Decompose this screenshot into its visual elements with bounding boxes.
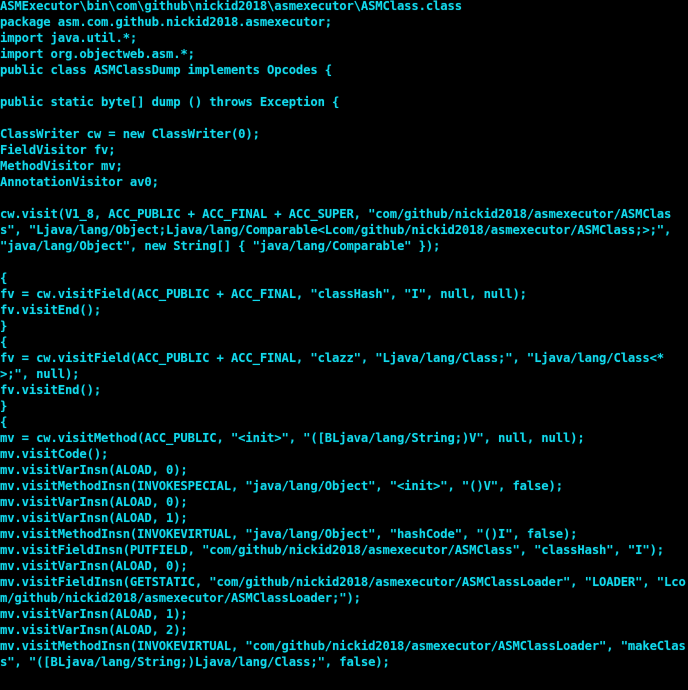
console-line: fv.visitEnd();	[0, 303, 102, 317]
console-line: mv = cw.visitMethod(ACC_PUBLIC, "<init>"…	[0, 431, 585, 445]
console-line: fv.visitEnd();	[0, 383, 102, 397]
console-line: ASMExecutor\bin\com\github\nickid2018\as…	[0, 0, 462, 13]
console-line: package asm.com.github.nickid2018.asmexe…	[0, 15, 333, 29]
console-line: mv.visitVarInsn(ALOAD, 1);	[0, 607, 188, 621]
console-line: {	[0, 335, 8, 349]
console-line: ClassWriter cw = new ClassWriter(0);	[0, 127, 260, 141]
console-line: public static byte[] dump () throws Exce…	[0, 95, 340, 109]
terminal-window[interactable]: ASMExecutor\bin\com\github\nickid2018\as…	[0, 0, 688, 690]
console-line: }	[0, 399, 8, 413]
console-line: mv.visitMethodInsn(INVOKEVIRTUAL, "com/g…	[0, 639, 686, 669]
console-line: fv = cw.visitField(ACC_PUBLIC + ACC_FINA…	[0, 287, 527, 301]
console-line: mv.visitFieldInsn(PUTFIELD, "com/github/…	[0, 543, 665, 557]
console-line: mv.visitCode();	[0, 447, 109, 461]
console-line: import org.objectweb.asm.*;	[0, 47, 195, 61]
console-line: AnnotationVisitor av0;	[0, 175, 159, 189]
console-line: mv.visitVarInsn(ALOAD, 0);	[0, 559, 188, 573]
console-line: FieldVisitor fv;	[0, 143, 116, 157]
console-line: mv.visitVarInsn(ALOAD, 0);	[0, 463, 188, 477]
console-line: mv.visitVarInsn(ALOAD, 0);	[0, 495, 188, 509]
console-line: mv.visitMethodInsn(INVOKEVIRTUAL, "java/…	[0, 527, 578, 541]
console-line: {	[0, 415, 8, 429]
console-line: }	[0, 319, 8, 333]
console-line: {	[0, 271, 8, 285]
console-line: cw.visit(V1_8, ACC_PUBLIC + ACC_FINAL + …	[0, 207, 679, 253]
console-line: import java.util.*;	[0, 31, 138, 45]
console-line: MethodVisitor mv;	[0, 159, 123, 173]
console-line: mv.visitVarInsn(ALOAD, 1);	[0, 511, 188, 525]
console-line: mv.visitVarInsn(ALOAD, 2);	[0, 623, 188, 637]
console-line: fv = cw.visitField(ACC_PUBLIC + ACC_FINA…	[0, 351, 665, 381]
console-output[interactable]: ASMExecutor\bin\com\github\nickid2018\as…	[0, 0, 688, 670]
console-line: mv.visitMethodInsn(INVOKESPECIAL, "java/…	[0, 479, 563, 493]
console-line: public class ASMClassDump implements Opc…	[0, 63, 333, 77]
console-line: mv.visitFieldInsn(GETSTATIC, "com/github…	[0, 575, 686, 605]
